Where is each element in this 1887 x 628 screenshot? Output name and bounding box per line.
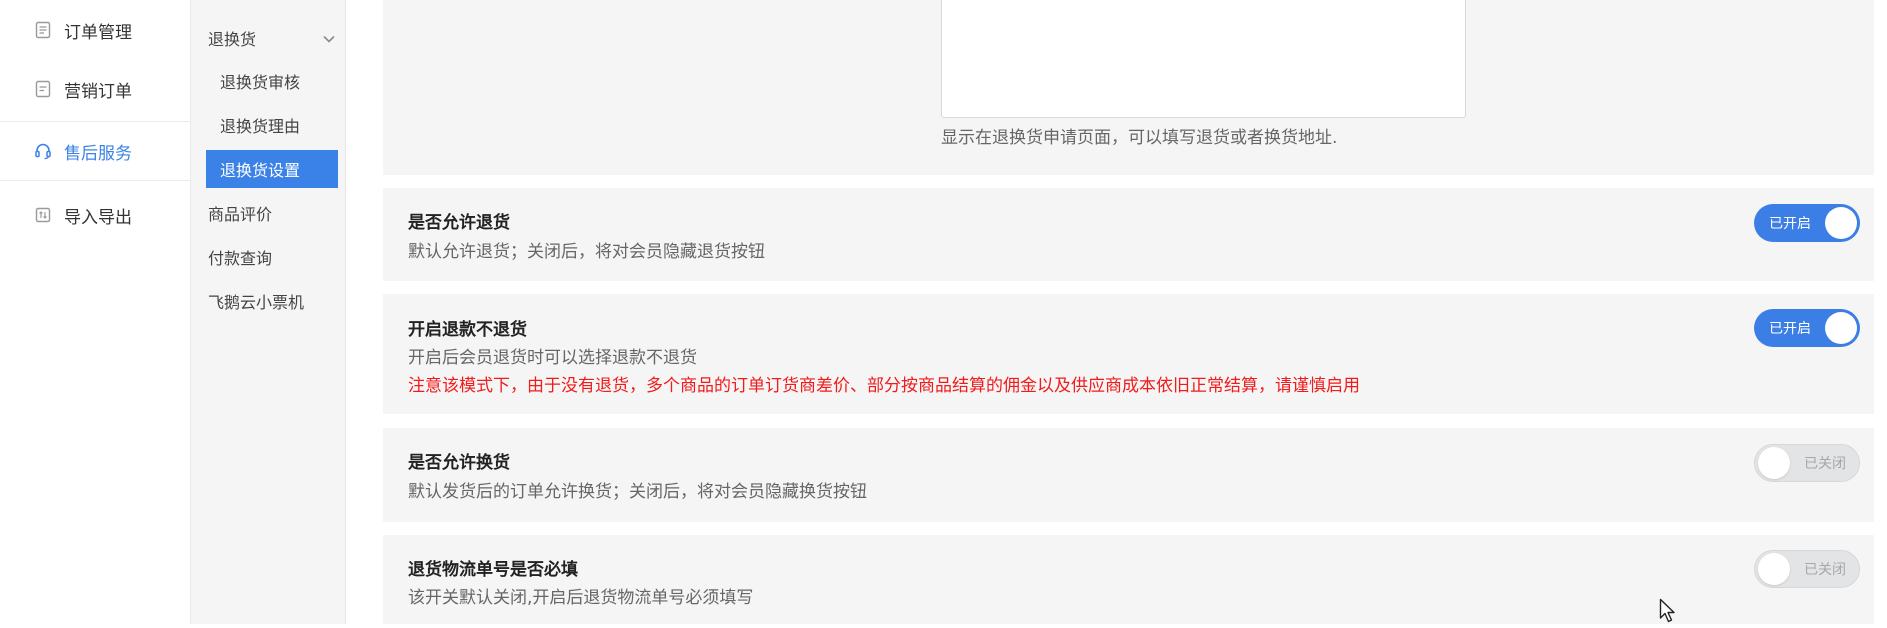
toggle-knob xyxy=(1758,447,1790,479)
subnav-product-reviews[interactable]: 商品评价 xyxy=(208,198,272,228)
nav-group-label: 退换货 xyxy=(208,30,257,49)
setting-title: 是否允许退货 xyxy=(408,213,510,233)
primary-sidebar: 订单管理 营销订单 售后服务 导入导出 xyxy=(0,0,191,624)
nav-label: 导入导出 xyxy=(64,207,132,228)
setting-warning: 注意该模式下，由于没有退货，多个商品的订单订货商差价、部分按商品结算的佣金以及供… xyxy=(408,376,1360,396)
setting-title: 退货物流单号是否必填 xyxy=(408,560,578,580)
setting-title: 是否允许换货 xyxy=(408,453,510,473)
subnav-return-reasons[interactable]: 退换货理由 xyxy=(206,106,338,144)
setting-desc: 默认发货后的订单允许换货；关闭后，将对会员隐藏换货按钮 xyxy=(408,482,867,502)
subnav-return-review[interactable]: 退换货审核 xyxy=(206,62,338,100)
setting-desc: 开启后会员退货时可以选择退款不退货 xyxy=(408,348,697,368)
main-content: 显示在退换货申请页面，可以填写退货或者换货地址. 是否允许退货 默认允许退货；关… xyxy=(358,0,1887,624)
nav-label: 售后服务 xyxy=(64,143,132,164)
subnav-label: 退换货审核 xyxy=(220,73,301,92)
allow-return-toggle[interactable]: 已开启 xyxy=(1754,204,1860,242)
nav-item-order-management[interactable]: 订单管理 xyxy=(0,0,190,60)
headset-icon xyxy=(34,142,52,160)
marketing-doc-icon xyxy=(34,80,52,98)
subnav-label: 退换货理由 xyxy=(220,117,301,136)
subnav-label: 商品评价 xyxy=(208,205,273,224)
chevron-down-icon xyxy=(322,29,336,48)
subnav-label: 退换货设置 xyxy=(220,161,301,180)
subnav-return-settings[interactable]: 退换货设置 xyxy=(206,150,338,188)
toggle-knob xyxy=(1825,207,1857,239)
subnav-receipt-printer[interactable]: 飞鹅云小票机 xyxy=(208,286,304,316)
setting-card-refund-only: 开启退款不退货 开启后会员退货时可以选择退款不退货 注意该模式下，由于没有退货，… xyxy=(383,294,1874,414)
subnav-label: 飞鹅云小票机 xyxy=(208,293,305,312)
setting-card-allow-exchange: 是否允许换货 默认发货后的订单允许换货；关闭后，将对会员隐藏换货按钮 已关闭 xyxy=(383,428,1874,522)
nav-label: 营销订单 xyxy=(64,81,132,102)
nav-item-import-export[interactable]: 导入导出 xyxy=(0,185,190,245)
setting-card-allow-return: 是否允许退货 默认允许退货；关闭后，将对会员隐藏退货按钮 已开启 xyxy=(383,188,1874,281)
address-card: 显示在退换货申请页面，可以填写退货或者换货地址. xyxy=(383,0,1874,175)
return-address-textarea[interactable] xyxy=(941,0,1466,118)
toggle-label: 已关闭 xyxy=(1804,456,1846,472)
address-hint: 显示在退换货申请页面，可以填写退货或者换货地址. xyxy=(941,128,1338,148)
subnav-label: 付款查询 xyxy=(208,249,273,268)
setting-card-tracking-required: 退货物流单号是否必填 该开关默认关闭,开启后退货物流单号必须填写 已关闭 xyxy=(383,535,1874,624)
toggle-label: 已关闭 xyxy=(1804,562,1846,578)
setting-desc: 该开关默认关闭,开启后退货物流单号必须填写 xyxy=(408,588,754,608)
refund-only-toggle[interactable]: 已开启 xyxy=(1754,309,1860,347)
secondary-sidebar: 退换货 退换货审核 退换货理由 退换货设置 商品评价 付款查询 飞鹅云小票机 xyxy=(191,0,346,624)
nav-label: 订单管理 xyxy=(64,22,132,43)
toggle-label: 已开启 xyxy=(1769,321,1811,337)
import-export-icon xyxy=(34,206,52,224)
toggle-knob xyxy=(1758,553,1790,585)
toggle-knob xyxy=(1825,312,1857,344)
setting-title: 开启退款不退货 xyxy=(408,320,527,340)
tracking-required-toggle[interactable]: 已关闭 xyxy=(1754,550,1860,588)
allow-exchange-toggle[interactable]: 已关闭 xyxy=(1754,444,1860,482)
setting-desc: 默认允许退货；关闭后，将对会员隐藏退货按钮 xyxy=(408,242,765,262)
subnav-payment-query[interactable]: 付款查询 xyxy=(208,242,272,272)
nav-group-returns[interactable]: 退换货 xyxy=(208,22,336,54)
order-doc-icon xyxy=(34,21,52,39)
nav-item-marketing-orders[interactable]: 营销订单 xyxy=(0,59,190,119)
nav-item-after-sales[interactable]: 售后服务 xyxy=(0,121,190,181)
toggle-label: 已开启 xyxy=(1769,216,1811,232)
